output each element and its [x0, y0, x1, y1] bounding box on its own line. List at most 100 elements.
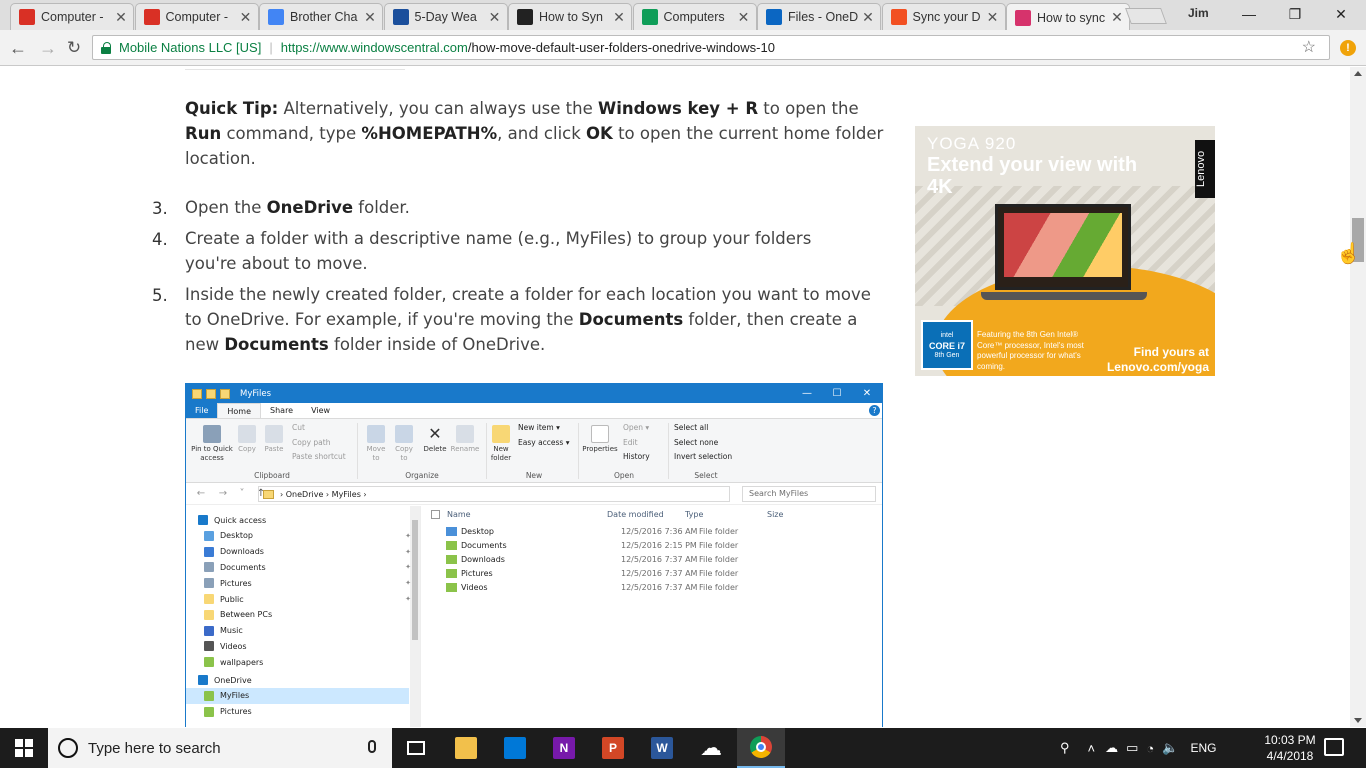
wifi-icon[interactable]: ◔ — [1146, 741, 1154, 756]
language-indicator[interactable]: ENG — [1190, 741, 1216, 755]
nav-item-label: MyFiles — [220, 691, 250, 701]
nav-item: OneDrive — [198, 672, 405, 688]
ribbon: Pin to Quick access Copy Paste Cut Copy … — [186, 419, 882, 483]
restore-button[interactable]: ❐ — [1272, 0, 1318, 28]
volume-icon[interactable]: 🔈 — [1162, 740, 1178, 756]
scroll-up-arrow-icon[interactable] — [1354, 71, 1362, 76]
show-hidden-icons-chevron[interactable]: ˄ — [1088, 741, 1096, 756]
folder-icon — [204, 609, 214, 620]
file-explorer-icon — [455, 737, 477, 759]
forward-button[interactable]: → — [36, 36, 60, 60]
action-center-icon[interactable] — [1324, 738, 1344, 756]
ribbon-tab-share: Share — [270, 406, 294, 415]
lenovo-ad[interactable]: YOGA 920 Extend your view with 4K Lenovo… — [915, 126, 1215, 376]
folder-icon — [204, 594, 214, 604]
nav-item: Documents ✦ — [204, 559, 411, 575]
close-tab-icon[interactable]: ✕ — [985, 9, 1001, 26]
lock-icon — [101, 41, 111, 54]
ad-headline: Extend your view with 4K — [927, 154, 1138, 198]
breadcrumb-myfiles: MyFiles — [331, 489, 361, 499]
quick-tip-paragraph: Quick Tip: Alternatively, you can always… — [185, 96, 885, 171]
battery-icon[interactable]: ▭ — [1126, 740, 1138, 756]
step-bold: Documents — [224, 335, 329, 354]
pin-icon: ✦ — [405, 531, 411, 540]
taskbar-app[interactable] — [491, 728, 539, 768]
bookmark-star-icon[interactable]: ☆ — [1302, 37, 1316, 57]
tab-title: Files - OneD — [788, 10, 859, 24]
extension-alert-icon[interactable]: ! — [1340, 40, 1356, 56]
browser-tab[interactable]: How to Syn ✕ — [508, 3, 632, 30]
taskbar-app[interactable] — [392, 728, 440, 768]
nav-item: Pictures ✦ — [204, 575, 411, 591]
minimize-button[interactable]: — — [1226, 0, 1272, 28]
back-arrow-icon: ← — [196, 488, 206, 499]
close-tab-icon[interactable]: ✕ — [1109, 9, 1125, 26]
browser-tab[interactable]: Computers ✕ — [632, 3, 757, 30]
browser-tab[interactable]: Computer - ✕ — [10, 3, 134, 30]
ribbon-divider — [668, 423, 669, 479]
browser-tab[interactable]: Brother Cha ✕ — [259, 3, 383, 30]
nav-item-label: Videos — [220, 641, 247, 651]
taskbar-app[interactable]: W — [638, 728, 686, 768]
step-text: folder inside of OneDrive. — [328, 335, 546, 354]
browser-tab[interactable]: Sync your D ✕ — [881, 3, 1006, 30]
weather-channel-icon — [392, 9, 409, 25]
close-tab-icon[interactable]: ✕ — [611, 9, 627, 26]
back-button[interactable]: ← — [6, 36, 30, 60]
taskbar-app[interactable] — [442, 728, 490, 768]
ribbon-divider — [578, 423, 579, 479]
close-tab-icon[interactable]: ✕ — [113, 9, 129, 26]
close-tab-icon[interactable]: ✕ — [860, 9, 876, 26]
taskbar-app[interactable] — [737, 728, 785, 768]
reload-button[interactable]: ↻ — [62, 36, 86, 60]
group-label: Select — [694, 471, 718, 480]
nav-item: Desktop ✦ — [204, 528, 411, 544]
address-bar[interactable]: Mobile Nations LLC [US] | https://www.wi… — [92, 35, 1330, 60]
people-icon[interactable]: ⚲ — [1060, 740, 1070, 756]
taskbar-clock[interactable]: 10:03 PM 4/4/2018 — [1255, 732, 1325, 764]
copy-to-button: Copy to — [392, 425, 416, 463]
browser-tab[interactable]: How to sync ✕ — [1006, 3, 1130, 31]
page-scrollbar[interactable] — [1350, 67, 1366, 727]
forward-arrow-icon: → — [39, 37, 57, 58]
close-tab-icon[interactable]: ✕ — [487, 9, 503, 26]
microphone-icon[interactable] — [368, 740, 376, 753]
start-button[interactable] — [0, 728, 48, 768]
taskbar-search-placeholder: Type here to search — [88, 739, 221, 757]
browser-tab[interactable]: Files - OneD ✕ — [757, 3, 881, 30]
ad-cta-link[interactable]: Lenovo.com/yoga — [1107, 360, 1209, 375]
new-tab-button[interactable] — [1125, 8, 1167, 24]
taskbar-app[interactable]: ☁ — [687, 728, 735, 768]
folder-icon — [446, 554, 457, 564]
scroll-down-arrow-icon[interactable] — [1354, 718, 1362, 723]
browser-tab[interactable]: Computer - ✕ — [134, 3, 259, 30]
profile-button[interactable]: Jim — [1188, 6, 1209, 20]
forward-arrow-icon: → — [218, 488, 228, 499]
pin-quick-access-button: Pin to Quick access — [190, 425, 234, 463]
taskbar-app[interactable]: P — [589, 728, 637, 768]
close-window-button[interactable]: ✕ — [1318, 0, 1364, 28]
browser-tab[interactable]: 5-Day Wea ✕ — [383, 3, 508, 30]
column-type: Type — [685, 509, 704, 519]
quick-tip-text: Alternatively, you can always use the — [278, 99, 598, 118]
quick-tip-text: to open the — [758, 99, 859, 118]
taskbar-search[interactable]: Type here to search — [48, 728, 392, 768]
properties-icon — [206, 388, 216, 399]
close-tab-icon[interactable]: ✕ — [736, 9, 752, 26]
new-folder-icon — [220, 388, 230, 399]
column-date-modified: Date modified — [607, 509, 664, 519]
file-name: Pictures — [461, 568, 493, 578]
move-to-icon — [367, 425, 385, 443]
new-item-button: New item ▾ — [518, 423, 560, 432]
quick-tip-bold: Windows key + R — [598, 99, 759, 118]
pin-icon: ✦ — [405, 579, 411, 588]
file-row: Pictures 12/5/2016 7:37 AM File folder — [446, 566, 779, 580]
file-row: Desktop 12/5/2016 7:36 AM File folder — [446, 524, 779, 538]
onedrive-tray-icon[interactable]: ☁ — [1105, 740, 1118, 756]
taskbar-app[interactable]: N — [540, 728, 588, 768]
move-to-button: Move to — [364, 425, 388, 463]
close-tab-icon[interactable]: ✕ — [362, 9, 378, 26]
nav-item: Downloads ✦ — [204, 544, 411, 560]
close-tab-icon[interactable]: ✕ — [238, 9, 254, 26]
intel-badge-line: 8th Gen — [934, 352, 960, 359]
